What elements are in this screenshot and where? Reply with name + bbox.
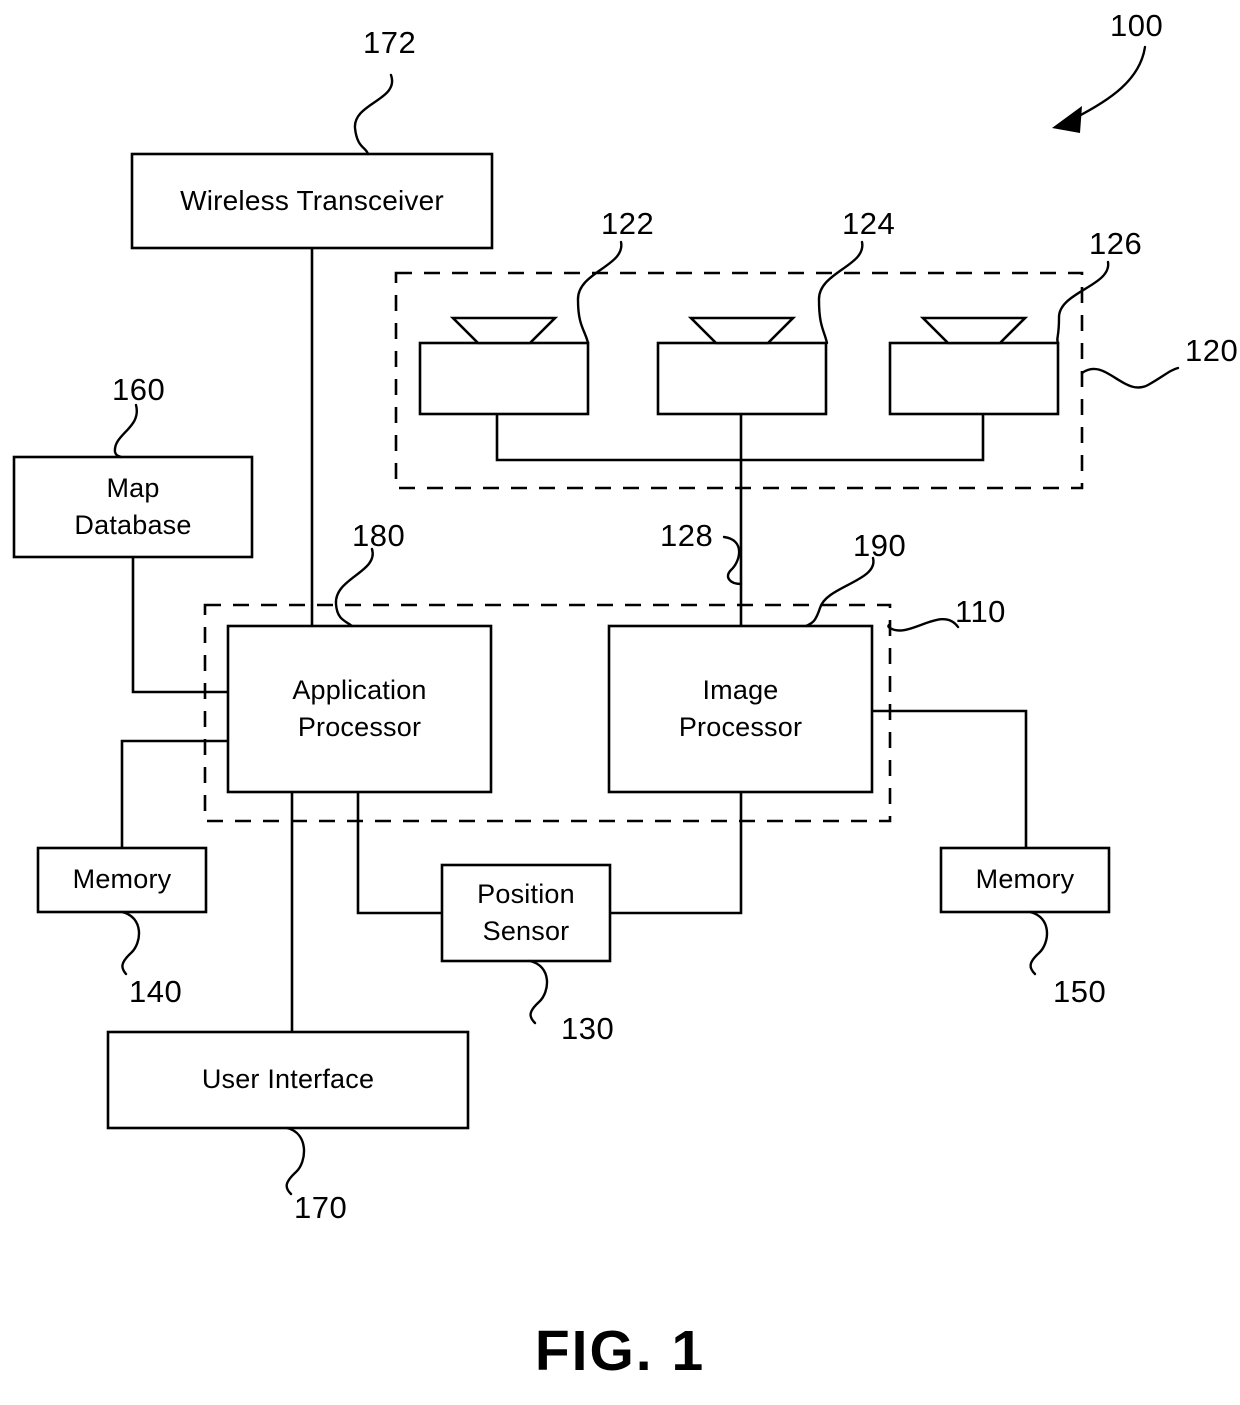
leader-124 (817, 240, 864, 345)
camera-body-124 (656, 341, 828, 416)
arrowhead-100 (1052, 106, 1082, 133)
box-user-interface (106, 1030, 470, 1130)
camera-units (418, 316, 1060, 416)
leader-128 (722, 535, 743, 586)
leader-190 (804, 556, 875, 628)
connector-image-processor-to-memory150 (870, 709, 1028, 850)
camera-lens-icon-124 (687, 316, 797, 345)
leader-120 (1080, 366, 1180, 389)
leader-110 (887, 618, 960, 632)
camera-body-122 (418, 341, 590, 416)
leader-180 (334, 547, 374, 628)
leader-160 (113, 403, 138, 459)
leader-122 (576, 240, 623, 345)
connector-memory140-to-application-processor (120, 739, 230, 850)
camera-unit-124 (656, 316, 828, 416)
leader-100 (1073, 45, 1147, 120)
patent-figure: Wireless Transceiver Map Database Applic… (0, 0, 1240, 1405)
connector-image-processor-to-position-sensor (608, 790, 743, 915)
connector-map-database-to-application-processor (131, 555, 230, 694)
camera-lens-icon-122 (449, 316, 559, 345)
leader-130 (528, 959, 549, 1025)
box-map-database (12, 455, 254, 559)
connector-application-processor-to-position-sensor (356, 790, 444, 915)
box-image-processor (607, 624, 874, 794)
leader-172 (353, 73, 394, 156)
box-memory-right (939, 846, 1111, 914)
box-wireless-transceiver (130, 152, 494, 250)
box-position-sensor (440, 863, 612, 963)
camera-lens-icon-126 (919, 316, 1029, 345)
box-memory-left (36, 846, 208, 914)
leader-170 (285, 1126, 306, 1196)
diagram-canvas (12, 45, 1180, 1196)
camera-unit-126 (888, 316, 1060, 416)
box-application-processor (226, 624, 493, 794)
leader-150 (1028, 910, 1049, 976)
camera-body-126 (888, 341, 1060, 416)
camera-unit-122 (418, 316, 590, 416)
leader-140 (120, 910, 141, 976)
block-boxes (12, 152, 1111, 1130)
